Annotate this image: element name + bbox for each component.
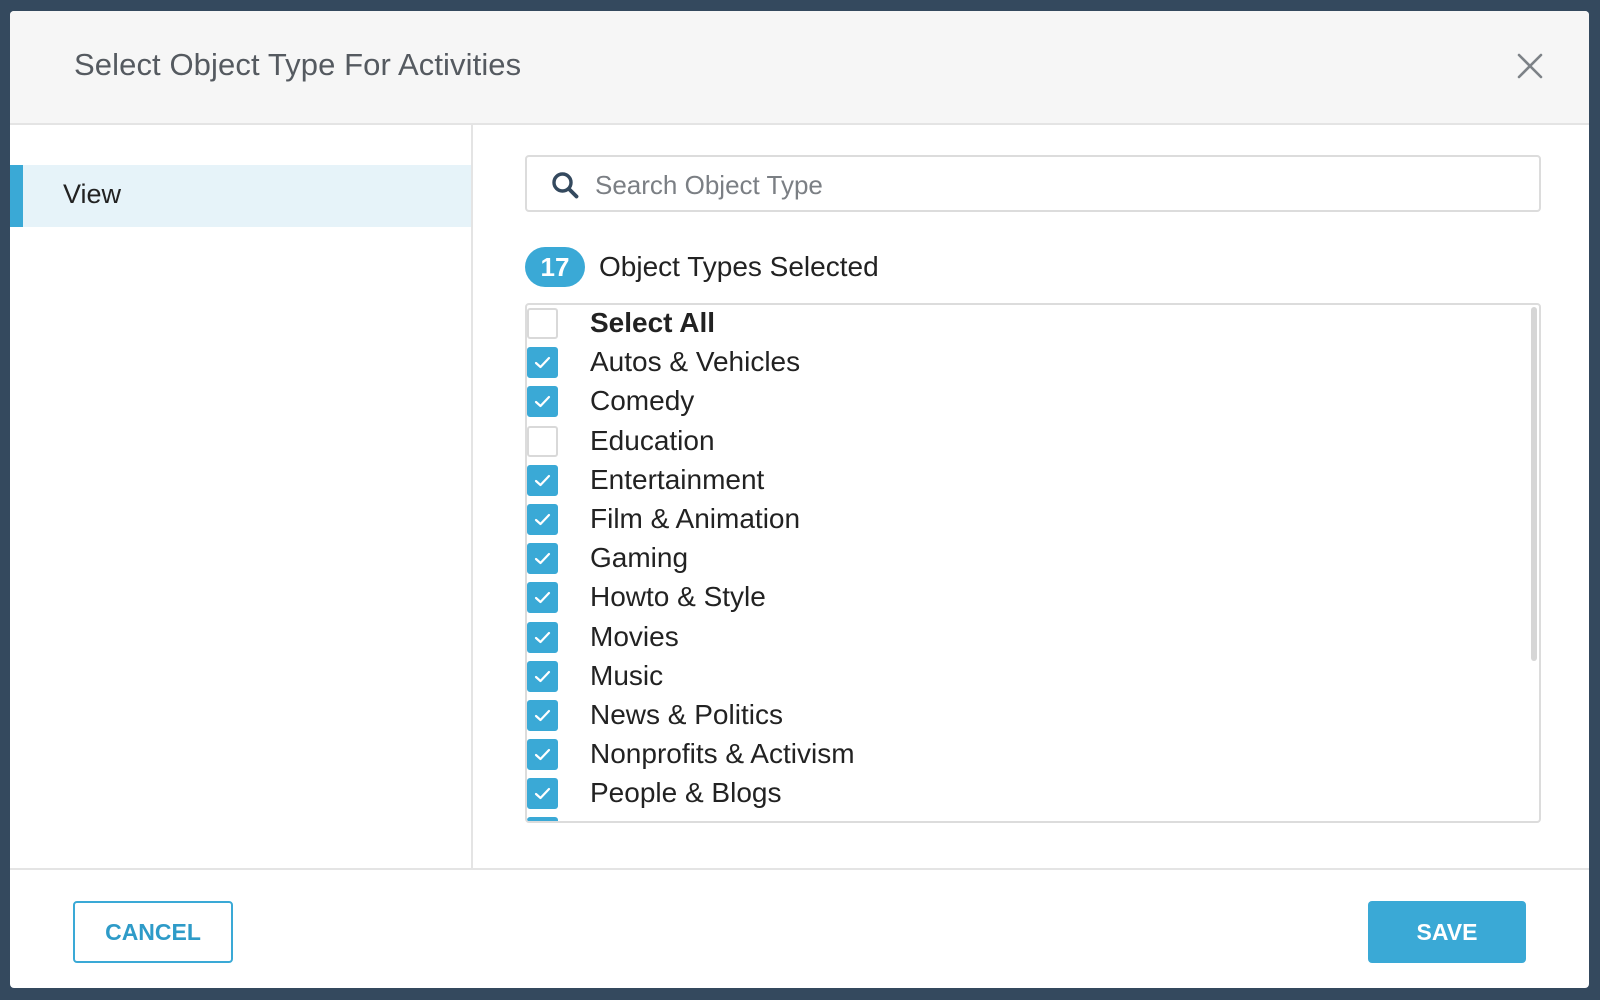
object-type-list[interactable]: Select All Autos & Vehicles Comedy Educati… [525,303,1541,823]
search-input[interactable] [593,165,1497,205]
cancel-button[interactable]: CANCEL [73,901,233,963]
list-item[interactable]: People & Blogs [527,775,1525,814]
item-label: Entertainment [590,463,765,495]
sidebar: View [10,125,473,868]
sidebar-item-label: View [63,179,122,209]
list-item[interactable]: Pets & Animals [527,814,1525,821]
item-checkbox[interactable] [527,699,558,731]
select-all-item[interactable]: Select All [527,305,1525,344]
list-item[interactable]: Comedy [527,383,1525,422]
item-label: Comedy [590,385,695,417]
item-label: Howto & Style [590,581,766,613]
list-item[interactable]: Gaming [527,540,1525,579]
checkmark-icon [534,631,551,643]
item-checkbox[interactable] [527,582,558,614]
item-label: Gaming [590,542,689,574]
item-label: Movies [590,620,679,652]
checkmark-icon [534,748,551,761]
item-checkbox[interactable] [527,739,558,771]
list-item[interactable]: Movies [527,619,1525,658]
save-button[interactable]: SAVE [1368,901,1526,963]
list-item[interactable]: News & Politics [527,697,1525,736]
item-label: Autos & Vehicles [590,346,801,378]
dialog-footer: CANCEL SAVE [10,868,1589,988]
checkmark-icon [534,396,551,408]
item-label: Pets & Animals [590,816,778,821]
object-type-list-items: Select All Autos & Vehicles Comedy Educati… [527,305,1525,821]
close-icon [1517,53,1543,79]
list-item[interactable]: Film & Animation [527,501,1525,540]
list-item[interactable]: Entertainment [527,462,1525,501]
select-all-checkbox[interactable] [527,308,558,339]
checkmark-icon [534,788,551,800]
list-scrollbar[interactable] [1531,307,1537,661]
list-item[interactable]: Autos & Vehicles [527,344,1525,383]
item-checkbox[interactable] [527,543,558,575]
list-item[interactable]: Howto & Style [527,579,1525,618]
item-checkbox[interactable] [527,778,558,810]
item-label: Music [590,659,664,691]
list-item[interactable]: Music [527,658,1525,697]
checkmark-icon [534,513,551,526]
item-label: Education [590,424,715,456]
select-all-label: Select All [590,307,716,338]
item-checkbox[interactable] [527,386,558,418]
checkmark-icon [534,553,551,565]
item-label: News & Politics [590,698,783,730]
checkmark-icon [534,670,551,682]
item-checkbox[interactable] [527,464,558,496]
item-checkbox[interactable] [527,347,558,379]
close-button[interactable] [1513,49,1547,83]
search-icon [552,172,579,199]
checkmark-icon [534,474,551,486]
selection-count-badge: 17 [525,247,585,287]
list-item[interactable]: Nonprofits & Activism [527,736,1525,775]
checkmark-icon [534,592,551,604]
item-checkbox[interactable] [527,621,558,653]
sidebar-item-view[interactable]: View [10,165,471,227]
search-box [525,155,1541,212]
item-label: Nonprofits & Activism [590,738,855,770]
item-label: Film & Animation [590,502,801,534]
select-object-type-dialog: Select Object Type For Activities View 1… [10,11,1589,988]
list-item[interactable]: Education [527,423,1525,462]
item-checkbox[interactable] [527,425,558,457]
selection-count-label: Object Types Selected [599,251,879,282]
dialog-header: Select Object Type For Activities [10,11,1589,125]
checkmark-icon [534,709,551,721]
item-checkbox[interactable] [527,503,558,535]
checkmark-icon [534,357,551,369]
dialog-title: Select Object Type For Activities [74,47,522,82]
item-checkbox[interactable] [527,817,558,821]
item-label: People & Blogs [590,777,782,809]
item-checkbox[interactable] [527,660,558,692]
